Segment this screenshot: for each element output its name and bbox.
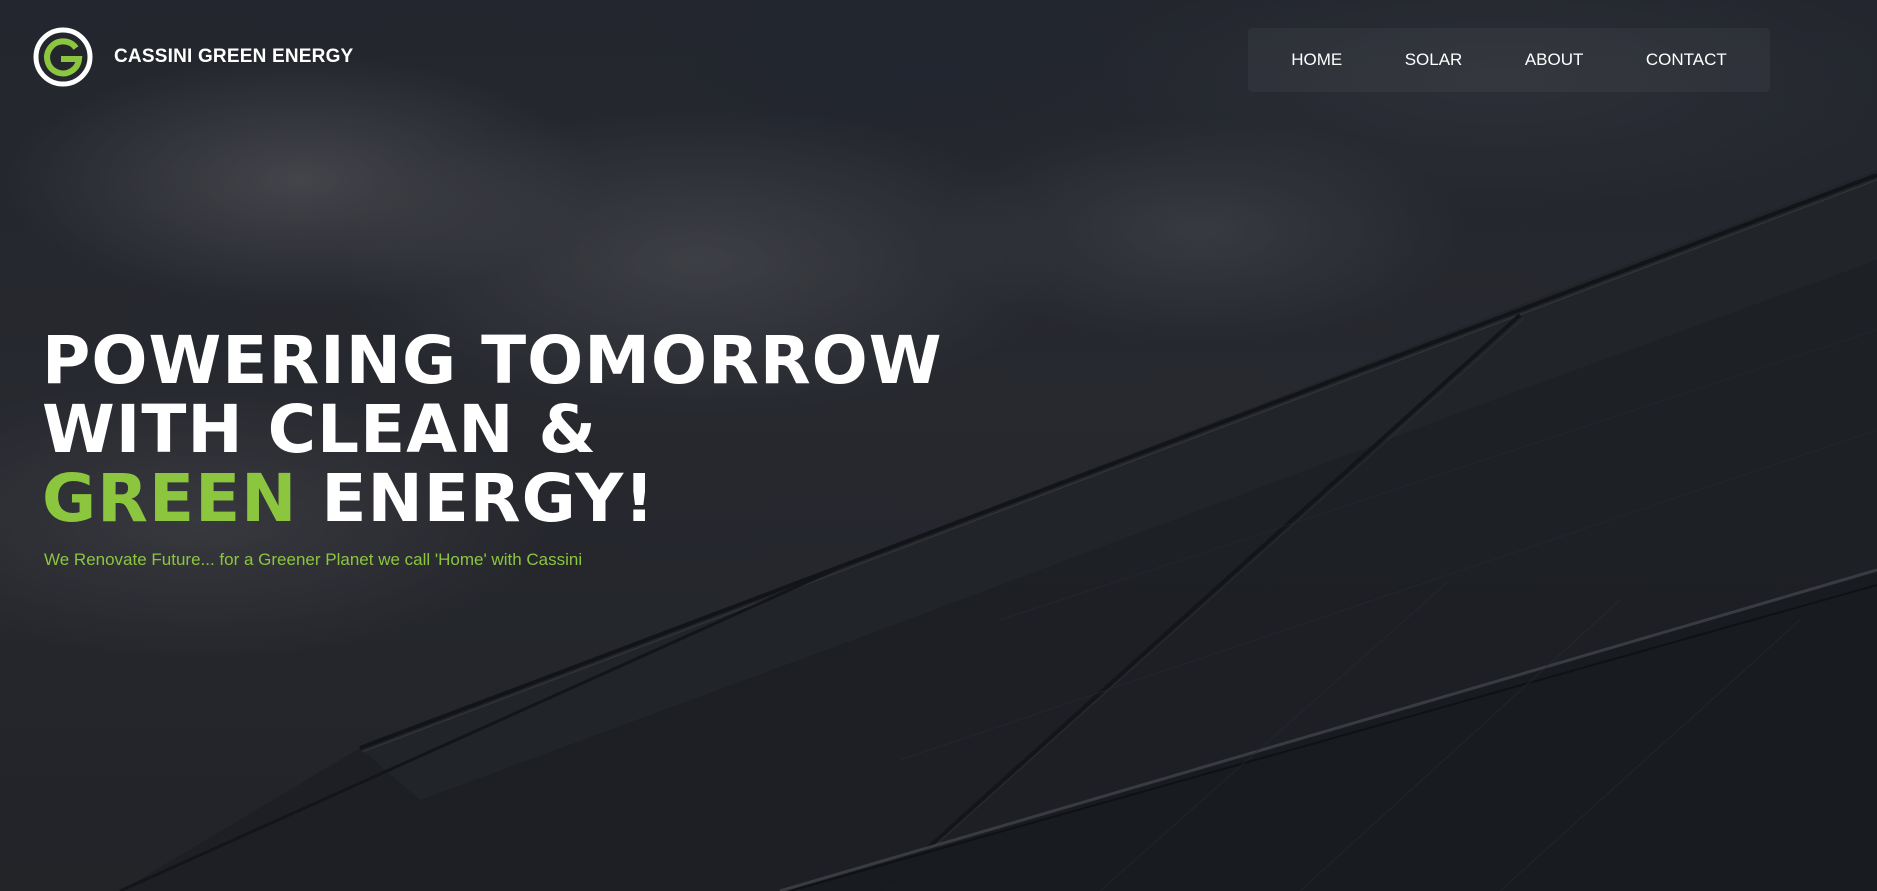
headline-line-3: GREEN ENERGY! xyxy=(42,464,943,533)
headline-accent-word: GREEN xyxy=(42,460,298,537)
hero-tagline: We Renovate Future... for a Greener Plan… xyxy=(44,550,583,569)
nav-item-about[interactable]: ABOUT xyxy=(1515,42,1594,78)
headline-line-2: WITH CLEAN & xyxy=(42,391,598,468)
hero-headline: POWERING TOMORROW WITH CLEAN & GREEN ENE… xyxy=(42,326,943,533)
brand-name: CASSINI GREEN ENERGY xyxy=(114,46,354,67)
main-navigation: HOME SOLAR ABOUT CONTACT xyxy=(1248,28,1770,92)
headline-line-3-rest: ENERGY! xyxy=(297,460,656,537)
nav-item-solar[interactable]: SOLAR xyxy=(1395,42,1473,78)
nav-item-home[interactable]: HOME xyxy=(1281,42,1352,78)
nav-item-contact[interactable]: CONTACT xyxy=(1636,42,1737,78)
brand-logo[interactable]: CASSINI GREEN ENERGY xyxy=(32,26,353,88)
headline-line-1: POWERING TOMORROW xyxy=(42,322,943,399)
cassini-g-logo-icon xyxy=(33,27,93,87)
hero-section: CASSINI GREEN ENERGY HOME SOLAR ABOUT CO… xyxy=(0,0,1877,891)
site-header: CASSINI GREEN ENERGY HOME SOLAR ABOUT CO… xyxy=(0,0,1877,110)
